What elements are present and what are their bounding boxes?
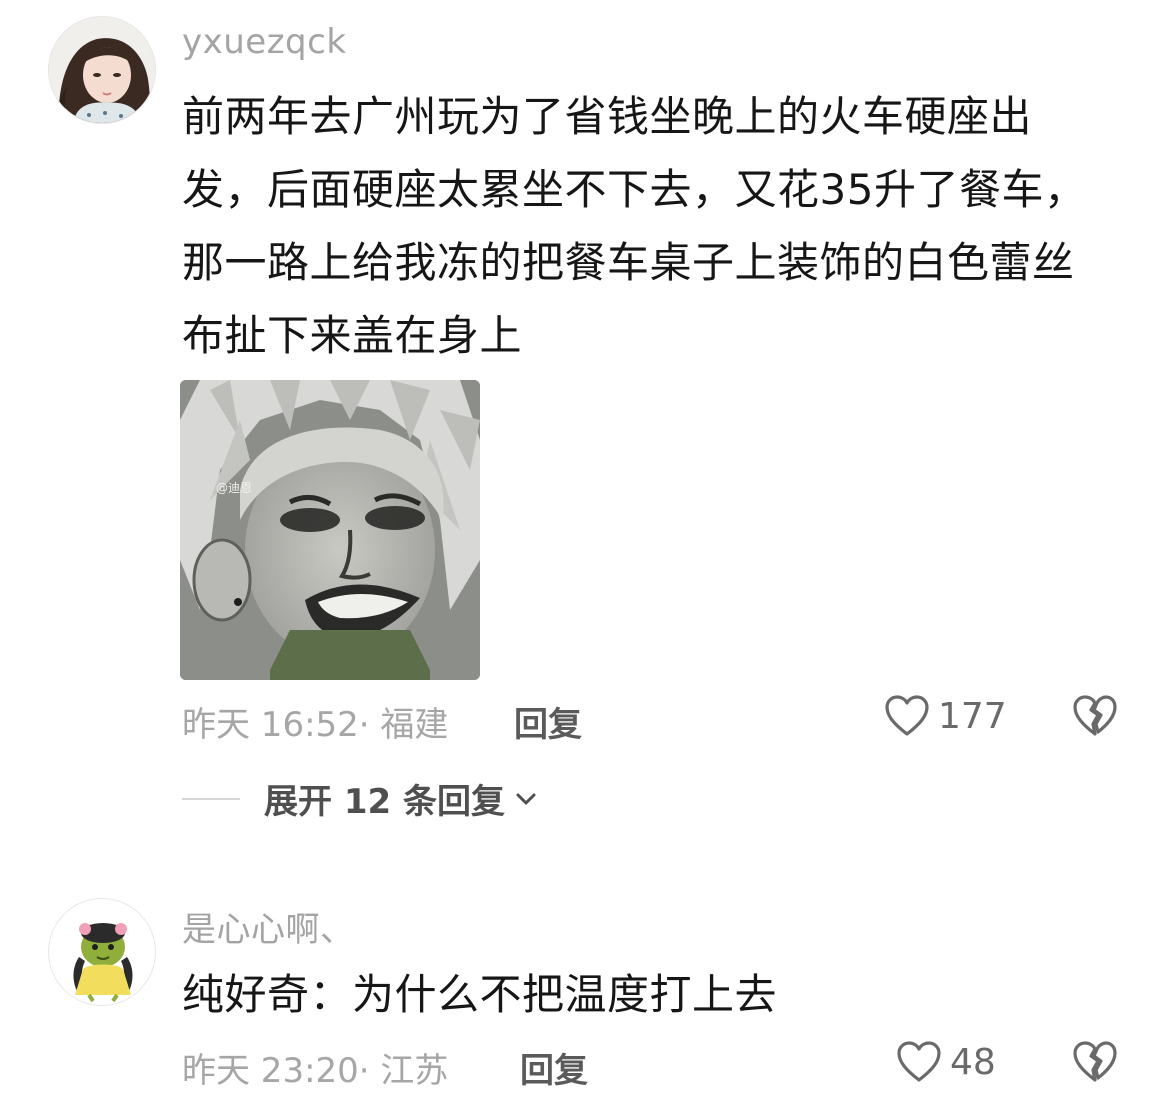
comment-text-line: 那一路上给我冻的把餐车桌子上装饰的白色蕾丝 [182, 238, 1075, 287]
comment-meta: 昨天 16:52· 福建 [182, 705, 449, 745]
comment-text-line: 发，后面硬座太累坐不下去，又花35升了餐车， [182, 165, 1087, 214]
dislike-button[interactable] [1072, 694, 1118, 742]
divider [182, 797, 240, 800]
like-count: 48 [950, 1041, 996, 1083]
username[interactable]: 是心心啊、 [182, 902, 355, 951]
comment-item: yxuezqck 前两年去广州玩为了省钱坐晚上的火车硬座出 发，后面硬座太累坐不… [0, 0, 1169, 840]
avatar[interactable] [48, 16, 156, 124]
username[interactable]: yxuezqck [182, 22, 347, 62]
expand-replies-button[interactable]: 展开 12 条回复 [182, 774, 537, 823]
comment-text-line: 布扯下来盖在身上 [182, 311, 523, 360]
image-watermark: @迪恩 [216, 481, 252, 495]
like-count: 177 [938, 695, 1007, 737]
comment-text: 纯好奇：为什么不把温度打上去 [182, 958, 1122, 1031]
heart-outline-icon [897, 1041, 941, 1082]
broken-heart-icon [1073, 695, 1117, 736]
broken-heart-icon [1073, 1041, 1117, 1082]
comment-text: 前两年去广州玩为了省钱坐晚上的火车硬座出 发，后面硬座太累坐不下去，又花35升了… [182, 80, 1122, 372]
reply-button[interactable]: 回复 [514, 697, 582, 746]
heart-outline-icon [885, 695, 929, 736]
expand-replies-label: 展开 12 条回复 [264, 782, 505, 822]
chevron-down-icon [516, 793, 536, 804]
like-button[interactable]: 48 [896, 1040, 996, 1084]
avatar[interactable] [48, 898, 156, 1006]
comment-item: 是心心啊、 纯好奇：为什么不把温度打上去 昨天 23:20· 江苏 回复 48 [0, 880, 1169, 1118]
comment-meta: 昨天 23:20· 江苏 [182, 1051, 449, 1091]
comment-image[interactable]: @迪恩 [180, 380, 480, 680]
reply-button[interactable]: 回复 [520, 1043, 588, 1092]
comment-text-line: 纯好奇：为什么不把温度打上去 [182, 970, 778, 1019]
like-button[interactable]: 177 [884, 694, 1007, 738]
comment-text-line: 前两年去广州玩为了省钱坐晚上的火车硬座出 [182, 92, 1033, 141]
dislike-button[interactable] [1072, 1040, 1118, 1088]
